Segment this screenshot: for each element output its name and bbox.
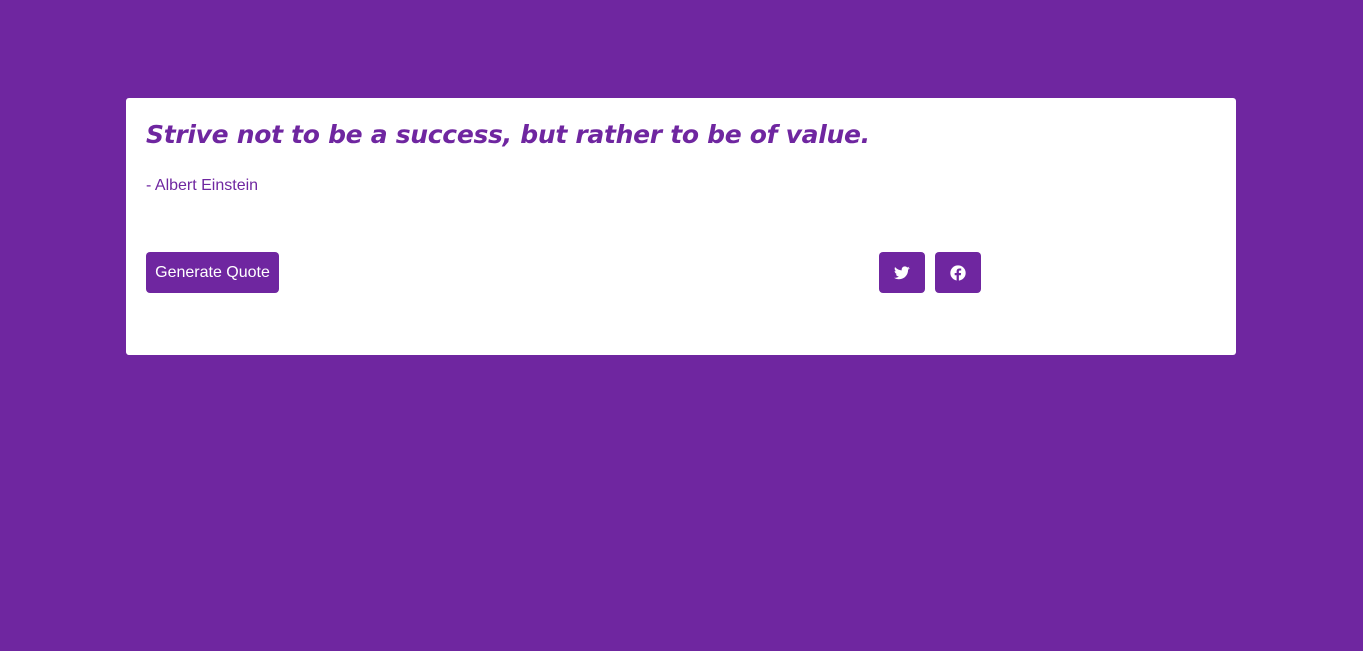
- facebook-share-button[interactable]: [935, 252, 981, 293]
- tweet-button[interactable]: [879, 252, 925, 293]
- quote-text: Strive not to be a success, but rather t…: [146, 120, 870, 149]
- twitter-icon: [894, 265, 910, 280]
- quote-card: Strive not to be a success, but rather t…: [126, 98, 1236, 355]
- facebook-icon: [950, 264, 966, 281]
- generate-quote-button[interactable]: Generate Quote: [146, 252, 279, 293]
- quote-author: - Albert Einstein: [146, 177, 259, 194]
